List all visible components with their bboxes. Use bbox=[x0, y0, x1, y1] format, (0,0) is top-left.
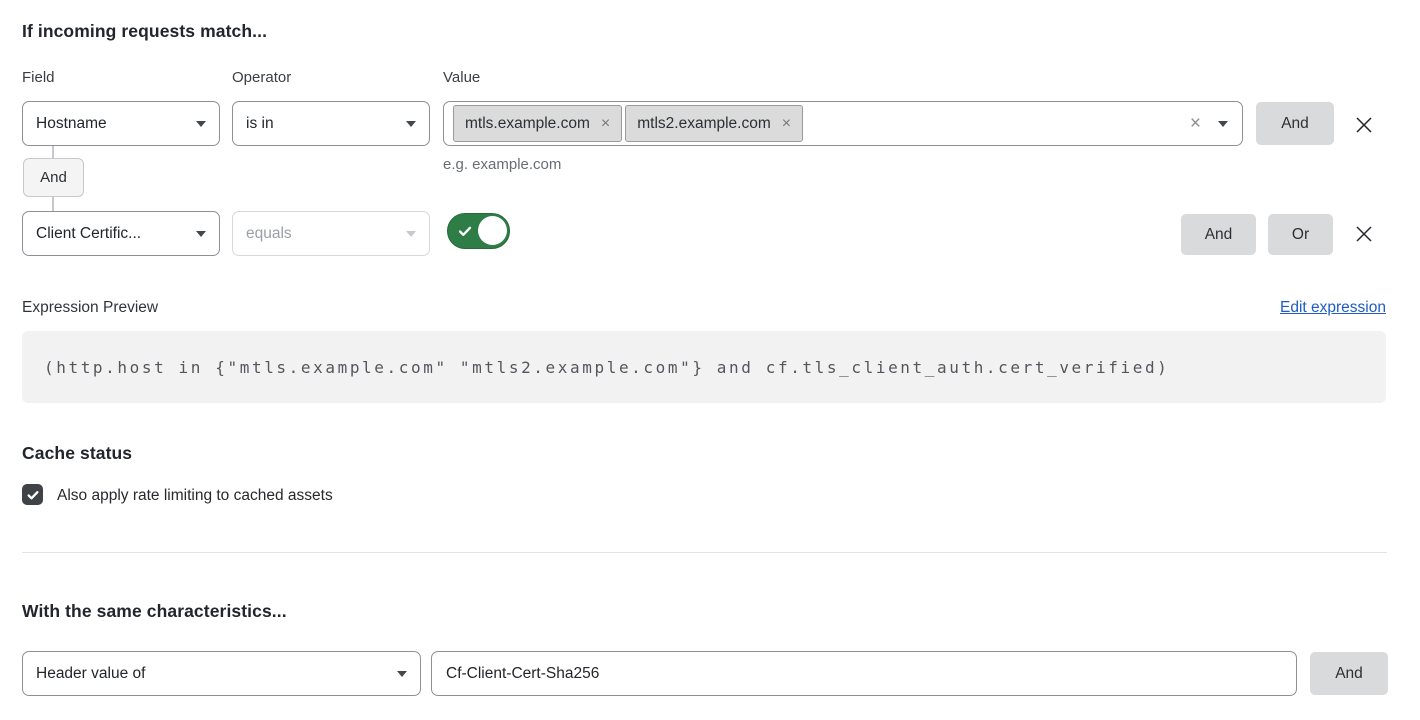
operator-select-row2-value: equals bbox=[246, 225, 398, 243]
cached-assets-checkbox-label: Also apply rate limiting to cached asset… bbox=[57, 487, 333, 505]
field-select-row1[interactable]: Hostname bbox=[22, 101, 220, 146]
operator-select-row1[interactable]: is in bbox=[232, 101, 430, 146]
match-section-title: If incoming requests match... bbox=[22, 21, 267, 42]
toggle-knob bbox=[478, 216, 507, 245]
operator-select-row1-value: is in bbox=[246, 115, 398, 133]
cache-status-title: Cache status bbox=[22, 443, 132, 464]
tag-remove-icon[interactable]: × bbox=[601, 116, 610, 132]
clear-values-icon[interactable]: × bbox=[1190, 114, 1201, 133]
value-tag-text: mtls2.example.com bbox=[637, 115, 771, 133]
check-icon bbox=[457, 223, 473, 244]
value-tag: mtls2.example.com × bbox=[625, 105, 803, 142]
tag-remove-icon[interactable]: × bbox=[782, 116, 791, 132]
or-button-row2[interactable]: Or bbox=[1268, 214, 1333, 255]
expression-text: (http.host in {"mtls.example.com" "mtls2… bbox=[44, 358, 1169, 377]
chevron-down-icon bbox=[406, 231, 416, 237]
field-select-row2[interactable]: Client Certific... bbox=[22, 211, 220, 256]
and-button-row2[interactable]: And bbox=[1181, 214, 1256, 255]
remove-rule-row1-icon[interactable] bbox=[1349, 110, 1379, 140]
chevron-down-icon bbox=[196, 231, 206, 237]
value-label: Value bbox=[443, 69, 480, 86]
and-button-row1[interactable]: And bbox=[1256, 102, 1334, 145]
chevron-down-icon bbox=[397, 671, 407, 677]
operator-select-row2: equals bbox=[232, 211, 430, 256]
field-select-row2-value: Client Certific... bbox=[36, 225, 188, 243]
value-multiselect-row1[interactable]: mtls.example.com × mtls2.example.com × × bbox=[443, 101, 1243, 146]
expression-preview-code: (http.host in {"mtls.example.com" "mtls2… bbox=[22, 331, 1386, 403]
chevron-down-icon bbox=[196, 121, 206, 127]
connector-and-button[interactable]: And bbox=[23, 158, 84, 197]
field-select-row1-value: Hostname bbox=[36, 115, 188, 133]
edit-expression-link[interactable]: Edit expression bbox=[1280, 299, 1386, 317]
x-icon bbox=[1353, 114, 1375, 136]
section-divider bbox=[22, 552, 1387, 553]
expression-preview-label: Expression Preview bbox=[22, 299, 158, 317]
value-tag-text: mtls.example.com bbox=[465, 115, 590, 133]
characteristic-select[interactable]: Header value of bbox=[22, 651, 421, 696]
cached-assets-checkbox[interactable] bbox=[22, 484, 43, 505]
chevron-down-icon[interactable] bbox=[1218, 121, 1228, 127]
operator-label: Operator bbox=[232, 69, 291, 86]
characteristic-select-value: Header value of bbox=[36, 665, 389, 683]
remove-rule-row2-icon[interactable] bbox=[1349, 219, 1379, 249]
value-toggle-row2[interactable] bbox=[447, 213, 510, 249]
check-icon bbox=[26, 488, 40, 502]
chevron-down-icon bbox=[406, 121, 416, 127]
value-helper-text: e.g. example.com bbox=[443, 156, 561, 173]
field-label: Field bbox=[22, 69, 55, 86]
and-characteristic-button[interactable]: And bbox=[1310, 652, 1388, 695]
x-icon bbox=[1353, 223, 1375, 245]
value-tag: mtls.example.com × bbox=[453, 105, 622, 142]
header-name-input[interactable] bbox=[431, 651, 1297, 696]
characteristics-title: With the same characteristics... bbox=[22, 601, 287, 622]
